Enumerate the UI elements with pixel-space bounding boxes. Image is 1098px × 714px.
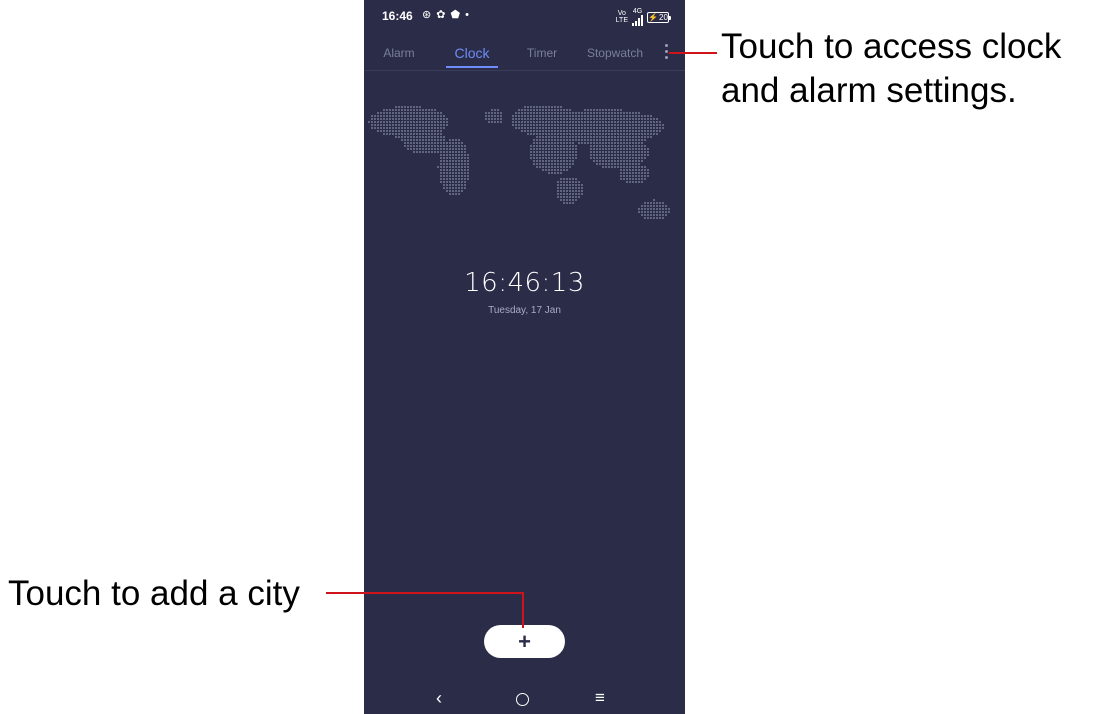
charging-icon: ⚡ <box>648 12 659 22</box>
battery-level: 20 <box>659 12 668 22</box>
add-city-callout-line <box>326 592 523 594</box>
world-map-dots <box>368 106 670 219</box>
add-city-button[interactable]: + <box>484 625 565 658</box>
volte-icon: Vo LTE <box>615 10 628 24</box>
back-icon[interactable]: ‹ <box>436 688 442 709</box>
clock-time: 16:46:13 <box>464 268 585 298</box>
active-tab-indicator <box>446 66 498 68</box>
tab-bar: Alarm Clock Timer Stopwatch <box>364 34 685 71</box>
tab-stopwatch[interactable]: Stopwatch <box>586 46 644 60</box>
tab-clock[interactable]: Clock <box>446 45 498 61</box>
battery-icon: ⚡ 20 <box>647 11 671 23</box>
system-icons: Vo LTE 4G ⚡ 20 <box>615 8 671 26</box>
clock-date: Tuesday, 17 Jan <box>488 305 561 316</box>
add-city-callout-line-vertical <box>522 592 524 628</box>
world-map <box>364 92 685 252</box>
navigation-bar: ‹ ≡ <box>364 684 685 714</box>
tab-alarm[interactable]: Alarm <box>380 46 418 60</box>
status-time: 16:46 <box>382 9 413 23</box>
phone-screen: 16:46 ⊛ ✿ ⬟ • Vo LTE 4G ⚡ 20 Alarm Clock… <box>364 0 685 714</box>
settings-callout-line <box>669 52 717 54</box>
home-icon[interactable] <box>516 693 529 706</box>
settings-callout-text: Touch to access clock and alarm settings… <box>721 27 1062 110</box>
status-bar: 16:46 ⊛ ✿ ⬟ • Vo LTE 4G ⚡ 20 <box>364 0 685 34</box>
notification-icons: ⊛ ✿ ⬟ • <box>422 9 471 21</box>
signal-icon <box>632 15 643 26</box>
tab-timer[interactable]: Timer <box>524 46 560 60</box>
add-city-callout-text: Touch to add a city <box>8 574 300 613</box>
recents-icon[interactable]: ≡ <box>595 688 605 708</box>
network-gen-label: 4G <box>632 8 643 26</box>
